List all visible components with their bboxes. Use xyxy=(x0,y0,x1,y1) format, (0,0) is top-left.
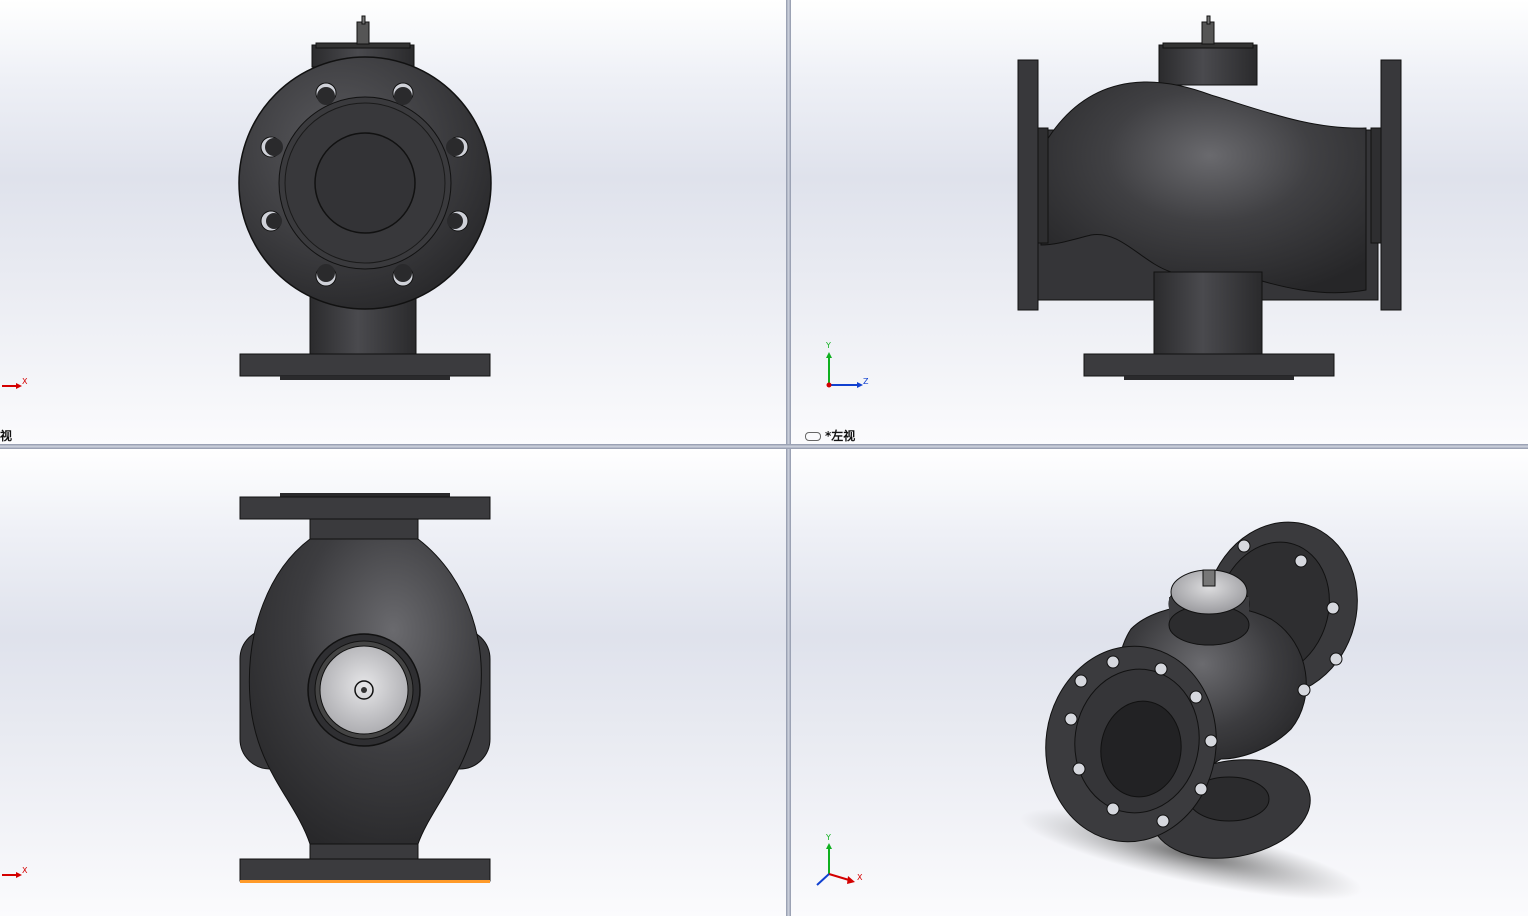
axis-x-label: X xyxy=(22,866,28,875)
left-view-model xyxy=(826,15,1402,388)
link-icon xyxy=(805,432,821,441)
viewport-label-left-text: *左视 xyxy=(825,429,856,443)
top-view-model xyxy=(2,493,491,883)
axis-x-label: X xyxy=(857,873,863,882)
viewport-label-left[interactable]: *左视 xyxy=(805,427,855,444)
axis-y-label: Y xyxy=(826,341,831,350)
axis-z-label: Z xyxy=(863,377,869,386)
front-view-model xyxy=(2,15,492,389)
isometric-view-model xyxy=(816,521,1363,900)
viewport-isometric[interactable]: Y X xyxy=(791,449,1528,916)
viewport-label-front[interactable]: 视 xyxy=(0,427,12,444)
axis-x-label: X xyxy=(22,377,28,386)
axis-y-label: Y xyxy=(826,833,831,842)
viewport-top[interactable]: X xyxy=(0,449,786,916)
viewport-front[interactable]: X 视 xyxy=(0,0,786,444)
viewport-splitter-vertical[interactable] xyxy=(786,0,791,916)
viewport-left[interactable]: Y Z *左视 xyxy=(791,0,1528,444)
viewport-splitter-horizontal[interactable] xyxy=(0,444,1528,449)
